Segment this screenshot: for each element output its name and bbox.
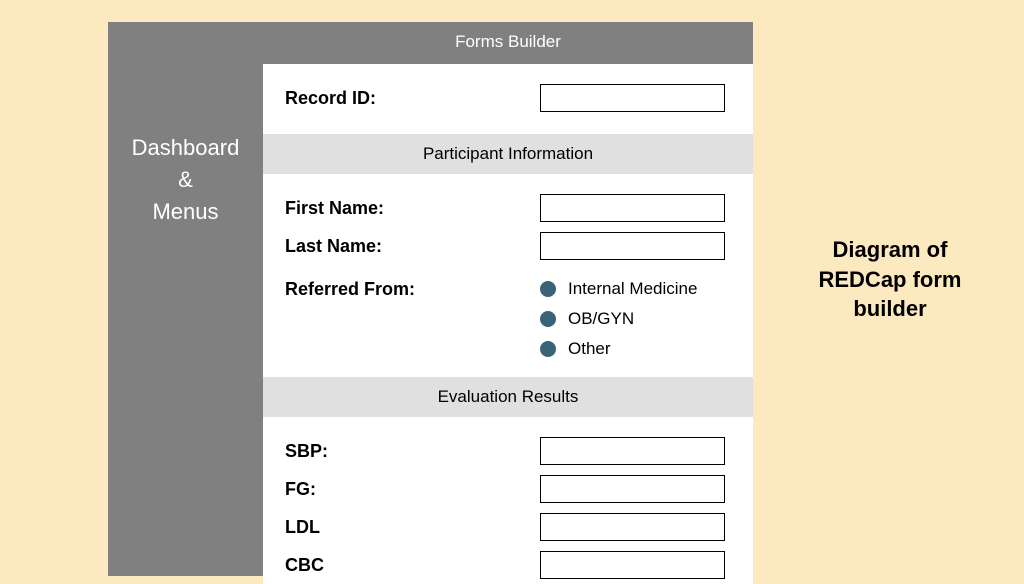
radio-icon	[540, 311, 556, 327]
ldl-label: LDL	[285, 517, 540, 538]
cbc-row: CBC	[263, 546, 753, 584]
diagram-caption: Diagram of REDCap form builder	[790, 235, 990, 324]
referred-option[interactable]: OB/GYN	[540, 309, 697, 329]
record-id-section: Record ID:	[263, 64, 753, 134]
app-frame: Dashboard&Menus Forms Builder Record ID:…	[108, 22, 753, 576]
ldl-row: LDL	[263, 508, 753, 546]
last-name-row: Last Name:	[263, 227, 753, 265]
sidebar-label: Dashboard&Menus	[132, 132, 240, 228]
sidebar: Dashboard&Menus	[108, 22, 263, 576]
last-name-input[interactable]	[540, 232, 725, 260]
radio-icon	[540, 281, 556, 297]
fg-row: FG:	[263, 470, 753, 508]
sbp-input[interactable]	[540, 437, 725, 465]
radio-label: Internal Medicine	[568, 279, 697, 299]
fg-label: FG:	[285, 479, 540, 500]
radio-label: Other	[568, 339, 611, 359]
first-name-input[interactable]	[540, 194, 725, 222]
forms-builder-header: Forms Builder	[263, 22, 753, 64]
evaluation-section: SBP: FG: LDL CBC	[263, 417, 753, 584]
ldl-input[interactable]	[540, 513, 725, 541]
cbc-input[interactable]	[540, 551, 725, 579]
sbp-label: SBP:	[285, 441, 540, 462]
referred-row: Referred From: Internal Medicine OB/GYN …	[263, 265, 753, 377]
referred-option[interactable]: Internal Medicine	[540, 279, 697, 299]
main-panel: Forms Builder Record ID: Participant Inf…	[263, 22, 753, 576]
referred-option[interactable]: Other	[540, 339, 697, 359]
first-name-label: First Name:	[285, 198, 540, 219]
referred-options: Internal Medicine OB/GYN Other	[540, 279, 697, 359]
participant-section: First Name: Last Name: Referred From: In…	[263, 174, 753, 377]
sbp-row: SBP:	[263, 417, 753, 470]
record-id-row: Record ID:	[263, 64, 753, 134]
participant-header: Participant Information	[263, 134, 753, 174]
last-name-label: Last Name:	[285, 236, 540, 257]
radio-label: OB/GYN	[568, 309, 634, 329]
first-name-row: First Name:	[263, 174, 753, 227]
fg-input[interactable]	[540, 475, 725, 503]
cbc-label: CBC	[285, 555, 540, 576]
record-id-input[interactable]	[540, 84, 725, 112]
record-id-label: Record ID:	[285, 88, 540, 109]
radio-icon	[540, 341, 556, 357]
evaluation-header: Evaluation Results	[263, 377, 753, 417]
referred-label: Referred From:	[285, 279, 540, 300]
